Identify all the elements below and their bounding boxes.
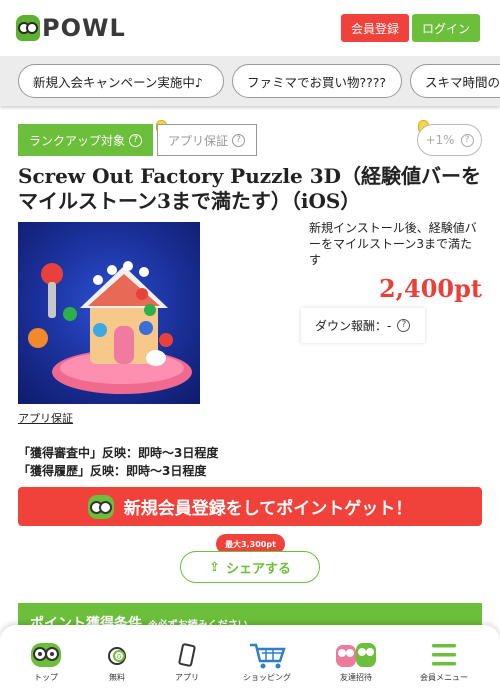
- menu-icon: [432, 644, 456, 666]
- nav-item-free[interactable]: 0 無料: [77, 625, 157, 700]
- reflect-info: 「獲得審査中」反映：即時～3日程度 「獲得履歴」反映：即時～3日程度: [18, 444, 218, 480]
- site-header: POWL 会員登録 ログイン: [0, 0, 500, 56]
- down-reward-box[interactable]: ダウン報酬：- ?: [301, 308, 425, 343]
- friends-icon: [336, 643, 376, 667]
- campaign-chip[interactable]: 新規入会キャンペーン実施中♪: [18, 64, 224, 98]
- nav-label: ショッピング: [243, 673, 291, 682]
- nav-item-invite[interactable]: 友達招待: [316, 625, 396, 700]
- rank-up-tag[interactable]: ランクアップ対象 ?: [18, 124, 153, 156]
- plus-rate-tag[interactable]: +1% ?: [417, 124, 482, 156]
- nav-label: アプリ: [175, 673, 199, 682]
- nav-label: 友達招待: [340, 673, 372, 682]
- nav-label: トップ: [34, 673, 58, 682]
- owl-logo-icon: [16, 15, 40, 41]
- reflect-history: 「獲得履歴」反映：即時～3日程度: [18, 464, 207, 478]
- nav-label: 無料: [109, 673, 125, 682]
- campaign-strip[interactable]: 新規入会キャンペーン実施中♪ ファミマでお買い物???? スキマ時間の: [0, 56, 500, 106]
- svg-text:0: 0: [117, 653, 121, 661]
- cart-icon: [250, 643, 286, 669]
- help-icon[interactable]: ?: [397, 319, 411, 332]
- logo-text: POWL: [42, 14, 126, 42]
- app-guarantee-label: アプリ保証: [168, 133, 229, 148]
- share-label: シェアする: [225, 561, 291, 577]
- offer-description: 新規インストール後、経験値バーをマイルストーン3まで満たす: [309, 221, 477, 267]
- nav-item-app[interactable]: アプリ: [147, 625, 227, 700]
- help-icon[interactable]: ?: [460, 133, 474, 147]
- campaign-chip[interactable]: スキマ時間の: [410, 64, 500, 98]
- coin-icon: 0: [108, 647, 126, 665]
- offer-title: Screw Out Factory Puzzle 3D（経験値バーをマイルストー…: [18, 164, 482, 213]
- owl-icon: [87, 494, 114, 519]
- register-cta-button[interactable]: 新規会員登録をしてポイントゲット！: [18, 487, 482, 526]
- help-icon[interactable]: ?: [129, 133, 143, 147]
- cta-label: 新規会員登録をしてポイントゲット！: [123, 499, 413, 519]
- share-button[interactable]: ⇪ シェアする: [180, 551, 320, 583]
- plus-rate-label: +1%: [425, 133, 455, 147]
- share-icon: ⇪: [209, 559, 220, 575]
- nav-item-member-menu[interactable]: 会員メニュー: [404, 625, 484, 700]
- help-icon[interactable]: ?: [232, 133, 246, 147]
- nav-label: 会員メニュー: [420, 673, 468, 682]
- register-button[interactable]: 会員登録: [341, 14, 409, 42]
- campaign-chip[interactable]: ファミマでお買い物????: [232, 64, 402, 98]
- bottom-nav: トップ 0 無料 アプリ ショッピング 友達招待 会員メニュー: [0, 625, 500, 700]
- app-thumbnail: [18, 222, 200, 404]
- nav-item-top[interactable]: トップ: [6, 625, 86, 700]
- login-button[interactable]: ログイン: [412, 14, 480, 42]
- down-reward-label: ダウン報酬：-: [315, 319, 392, 333]
- rank-up-label: ランクアップ対象: [29, 133, 126, 148]
- app-guarantee-tag[interactable]: アプリ保証 ?: [157, 124, 257, 156]
- owl-icon: [31, 643, 61, 667]
- app-guarantee-link[interactable]: アプリ保証: [18, 410, 73, 426]
- app-thumbnail-art: [28, 261, 192, 394]
- points-value: 2,400pt: [378, 274, 482, 303]
- nav-item-shopping[interactable]: ショッピング: [227, 625, 307, 700]
- phone-icon: [178, 643, 196, 667]
- site-logo[interactable]: POWL: [16, 14, 126, 42]
- reflect-pending: 「獲得審査中」反映：即時～3日程度: [18, 446, 219, 460]
